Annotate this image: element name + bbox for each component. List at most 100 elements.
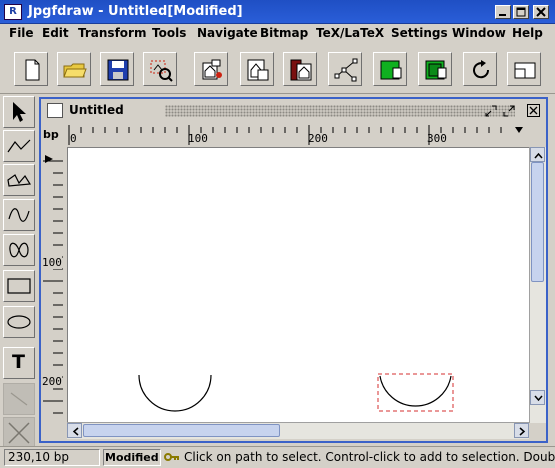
title-bar-texture (165, 105, 515, 117)
scroll-down-button[interactable] (530, 390, 545, 405)
horizontal-scrollbar[interactable] (67, 422, 529, 439)
line-color-icon (425, 60, 447, 80)
minimize-button[interactable] (495, 5, 511, 19)
tool-palette: T (0, 94, 38, 449)
tool-select[interactable] (3, 96, 35, 128)
chevron-left-icon (72, 427, 79, 436)
frame-close-button[interactable] (526, 103, 542, 119)
drawing-canvas[interactable] (67, 147, 529, 422)
h-ruler-label-0: 0 (70, 132, 77, 145)
status-bar: 230,10 bp Modified Click on path to sele… (0, 446, 555, 468)
scroll-up-button[interactable] (530, 147, 545, 162)
scroll-right-button[interactable] (514, 423, 529, 438)
rectangle-icon (7, 278, 31, 294)
scroll-left-button[interactable] (67, 423, 82, 438)
edit-path-icon (334, 58, 358, 82)
maximize-icon (516, 7, 526, 17)
minimize-icon (485, 105, 497, 117)
minimize-icon (499, 14, 506, 16)
open-button[interactable] (57, 52, 91, 86)
tool-text[interactable]: T (3, 347, 35, 379)
vertical-scrollbar[interactable] (529, 147, 546, 423)
vertical-scroll-thumb[interactable] (531, 162, 544, 282)
status-message: Click on path to select. Control-click t… (184, 450, 555, 464)
selected-semicircle-shape (379, 375, 452, 407)
menu-bar: File Edit Transform Tools Navigate Bitma… (0, 24, 555, 44)
none-icon (8, 422, 30, 444)
key-icon (164, 453, 179, 461)
close-button[interactable] (533, 5, 549, 19)
group-button[interactable] (194, 52, 228, 86)
group-icon (202, 59, 222, 80)
v-ruler-label-200: 200 (42, 375, 62, 388)
display-page-button[interactable] (507, 52, 541, 86)
menu-edit[interactable]: Edit (42, 26, 69, 40)
maximize-icon (503, 105, 515, 117)
semicircle-shape (138, 374, 212, 412)
document-title: Untitled (69, 103, 124, 117)
menu-transform[interactable]: Transform (78, 26, 146, 40)
close-icon (527, 104, 540, 117)
menu-bitmap[interactable]: Bitmap (260, 26, 308, 40)
text-icon: T (12, 351, 25, 373)
tool-rectangle[interactable] (3, 270, 35, 302)
horizontal-ruler: 0 100 200 300 (67, 123, 546, 147)
frame-minimize-button[interactable] (483, 103, 499, 119)
refresh-icon (473, 60, 490, 79)
h-ruler-label-200: 200 (308, 132, 328, 145)
menu-window[interactable]: Window (452, 26, 506, 40)
ruler-corner: bp (41, 123, 67, 147)
fill-color-icon (380, 60, 402, 80)
menu-tools[interactable]: Tools (152, 26, 186, 40)
open-curve-icon (8, 208, 30, 222)
title-bar: R Jpgfdraw - Untitled[Modified] (0, 0, 555, 24)
toolbar (0, 44, 555, 94)
document-icon (47, 103, 63, 118)
line-color-button[interactable] (418, 52, 452, 86)
frame-maximize-button[interactable] (501, 103, 517, 119)
move-to-front-button[interactable] (283, 52, 317, 86)
tool-closed-line[interactable] (3, 164, 35, 196)
folder-icon (63, 63, 87, 78)
h-ruler-label-100: 100 (188, 132, 208, 145)
tool-none[interactable] (3, 417, 35, 449)
menu-file[interactable]: File (9, 26, 34, 40)
fill-color-button[interactable] (373, 52, 407, 86)
horizontal-scroll-thumb[interactable] (83, 424, 280, 437)
menu-help[interactable]: Help (512, 26, 543, 40)
ungroup-button[interactable] (240, 52, 274, 86)
v-ruler-label-100: 100 (42, 256, 62, 269)
edit-path-button[interactable] (328, 52, 362, 86)
cursor-coordinates: 230,10 bp (4, 449, 100, 466)
modified-indicator: Modified (103, 449, 161, 466)
menu-tex-latex[interactable]: TeX/LaTeX (316, 26, 384, 40)
chevron-right-icon (519, 427, 526, 436)
floppy-disk-icon (107, 59, 129, 81)
h-ruler-label-300: 300 (427, 132, 447, 145)
ruler-marker-icon (45, 155, 53, 163)
page-icon (514, 62, 536, 79)
math-mode-icon (10, 392, 28, 406)
window-title: Jpgfdraw - Untitled[Modified] (28, 4, 243, 19)
close-icon (536, 7, 546, 17)
new-button[interactable] (14, 52, 48, 86)
tool-open-curve[interactable] (3, 199, 35, 231)
ruler-marker-icon (515, 127, 523, 133)
document-title-bar: Untitled (41, 99, 546, 123)
closed-curve-icon (9, 242, 29, 258)
menu-navigate[interactable]: Navigate (197, 26, 258, 40)
front-icon (290, 59, 312, 81)
arrow-pointer-icon (13, 102, 26, 122)
select-region-button[interactable] (143, 52, 177, 86)
chevron-up-icon (534, 152, 543, 159)
tool-open-line[interactable] (3, 130, 35, 162)
tool-ellipse[interactable] (3, 306, 35, 338)
save-button[interactable] (100, 52, 134, 86)
chevron-down-icon (534, 395, 543, 402)
maximize-button[interactable] (513, 5, 529, 19)
menu-settings[interactable]: Settings (391, 26, 448, 40)
tool-closed-curve[interactable] (3, 234, 35, 266)
tool-math[interactable] (3, 383, 35, 415)
document-frame: Untitled bp 0 100 200 300 100 200 (39, 97, 548, 443)
redraw-button[interactable] (463, 52, 497, 86)
